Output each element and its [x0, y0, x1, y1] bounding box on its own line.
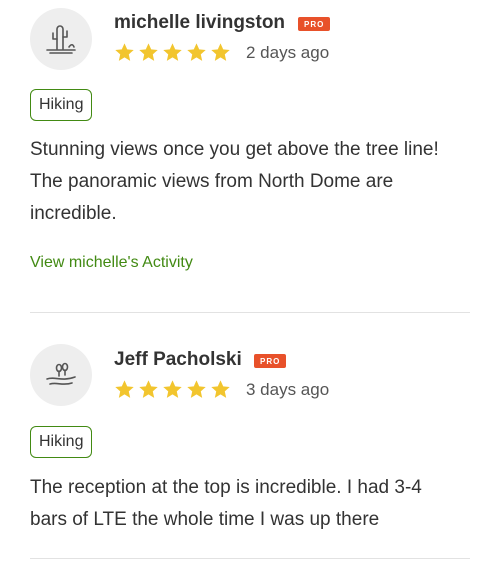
star-icon — [163, 380, 182, 398]
reviewer-avatar[interactable] — [30, 344, 92, 406]
reviewer-avatar[interactable] — [30, 8, 92, 70]
reviewer-name[interactable]: Jeff Pacholski — [114, 349, 242, 371]
star-rating — [114, 42, 231, 63]
star-icon — [187, 43, 206, 61]
reviewer-name[interactable]: michelle livingston — [114, 12, 285, 34]
review-text-line: bars of LTE the whole time I was up ther… — [30, 509, 380, 530]
landscape-icon — [46, 362, 76, 385]
pro-badge: PRO — [254, 354, 287, 368]
pro-badge: PRO — [298, 17, 331, 31]
view-activity-link[interactable]: View michelle's Activity — [30, 254, 193, 272]
review-text-line: incredible. — [30, 203, 117, 224]
star-icon — [163, 43, 182, 61]
cactus-icon — [46, 25, 76, 54]
review-date: 3 days ago — [246, 380, 330, 399]
review-date: 2 days ago — [246, 43, 330, 62]
star-icon — [139, 380, 158, 398]
activity-tag[interactable]: Hiking — [30, 426, 93, 458]
activity-tag[interactable]: Hiking — [30, 89, 93, 121]
review-text-line: Stunning views once you get above the tr… — [30, 139, 439, 160]
divider — [30, 558, 470, 559]
star-icon — [115, 380, 134, 398]
star-rating — [114, 379, 231, 400]
review-text-line: The reception at the top is incredible. … — [30, 477, 422, 498]
star-icon — [187, 380, 206, 398]
divider — [30, 312, 470, 313]
review-text: The reception at the top is incredible. … — [30, 472, 480, 536]
review-text-line: The panoramic views from North Dome are — [30, 171, 394, 192]
star-icon — [211, 43, 230, 61]
star-icon — [115, 43, 134, 61]
star-icon — [139, 43, 158, 61]
review-text: Stunning views once you get above the tr… — [30, 134, 480, 230]
star-icon — [211, 380, 230, 398]
